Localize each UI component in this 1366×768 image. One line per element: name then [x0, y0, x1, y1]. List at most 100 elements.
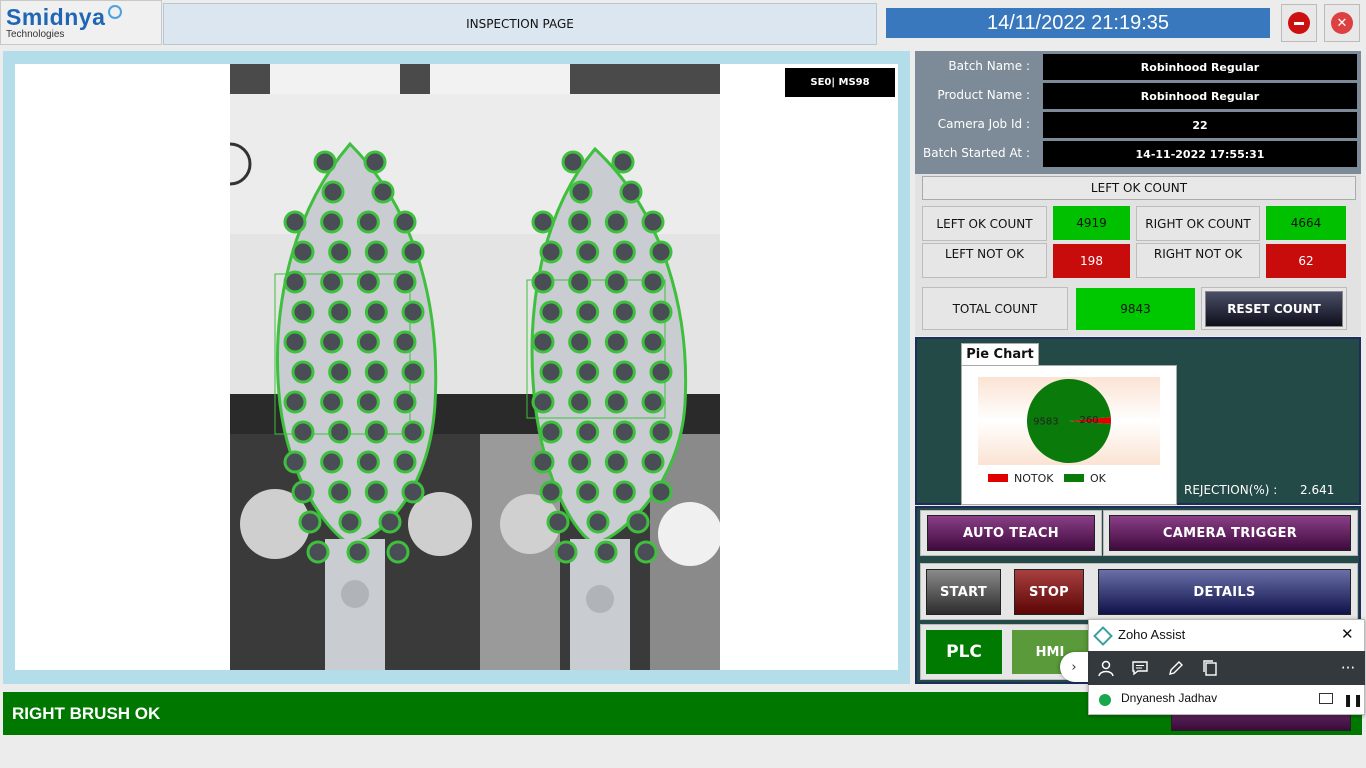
bristle-tuft	[641, 450, 665, 474]
bristle-tuft	[611, 150, 635, 174]
chat-icon[interactable]	[1128, 656, 1152, 680]
minus-circle-icon	[1288, 12, 1310, 34]
bristle-tuft	[626, 510, 650, 534]
details-button[interactable]: DETAILS	[1098, 569, 1351, 615]
left-ok-value: 4919	[1053, 206, 1130, 240]
bristle-tuft	[393, 330, 417, 354]
bristle-tuft	[283, 270, 307, 294]
bristle-tuft	[561, 150, 585, 174]
bristle-tuft	[576, 420, 600, 444]
start-button[interactable]: START	[926, 569, 1001, 615]
bristle-tuft	[401, 360, 425, 384]
logo-subtitle: Technologies	[6, 29, 65, 40]
bristle-tuft	[641, 390, 665, 414]
bristle-tuft	[291, 300, 315, 324]
bristle-tuft	[539, 300, 563, 324]
bristle-tuft	[356, 330, 380, 354]
bristle-tuft	[649, 300, 673, 324]
chevron-right-icon[interactable]: ›	[1060, 652, 1088, 682]
bristle-tuft	[568, 450, 592, 474]
rejection-label: REJECTION(%) :	[1184, 483, 1278, 497]
bristle-tuft	[531, 330, 555, 354]
bristle-tuft	[554, 540, 578, 564]
plc-button[interactable]: PLC	[926, 630, 1002, 674]
logo: Smidnya	[6, 4, 106, 30]
camera-trigger-button[interactable]: CAMERA TRIGGER	[1109, 515, 1351, 551]
zoho-user-name: Dnyanesh Jadhav	[1121, 691, 1218, 705]
datetime-box: 14/11/2022 21:19:35	[886, 8, 1270, 38]
bristle-tuft	[328, 360, 352, 384]
annotate-icon[interactable]	[1164, 656, 1188, 680]
bristle-tuft	[364, 300, 388, 324]
zoho-close-icon[interactable]: ✕	[1341, 625, 1354, 643]
product-name-value: Robinhood Regular	[1043, 83, 1357, 109]
bristle-tuft	[321, 180, 345, 204]
auto-teach-button[interactable]: AUTO TEACH	[927, 515, 1095, 551]
bristle-tuft	[531, 390, 555, 414]
close-circle-icon: ✕	[1331, 12, 1353, 34]
bristle-tuft	[576, 480, 600, 504]
bristle-tuft	[594, 540, 618, 564]
more-icon[interactable]: ···	[1336, 656, 1360, 680]
reset-count-button[interactable]: RESET COUNT	[1205, 291, 1343, 327]
bristle-tuft	[283, 450, 307, 474]
right-ok-label: RIGHT OK COUNT	[1136, 206, 1260, 241]
bristle-tuft	[378, 510, 402, 534]
bristle-tuft	[634, 540, 658, 564]
bristle-tuft	[291, 360, 315, 384]
status-text: RIGHT BRUSH OK	[12, 703, 161, 723]
bristle-tuft	[320, 210, 344, 234]
bristle-tuft	[576, 360, 600, 384]
user-icon[interactable]	[1094, 656, 1118, 680]
bristle-tuft	[531, 450, 555, 474]
bristle-tuft	[393, 390, 417, 414]
bristle-tuft	[604, 270, 628, 294]
left-not-ok-value: 198	[1053, 244, 1130, 278]
bristle-tuft	[649, 480, 673, 504]
bristle-tuft	[371, 180, 395, 204]
bristle-tuft	[641, 270, 665, 294]
bristle-tuft	[641, 330, 665, 354]
bristle-tuft	[283, 210, 307, 234]
camera-label: SE0| MS98	[785, 68, 895, 97]
bristle-tuft	[568, 330, 592, 354]
files-icon[interactable]	[1198, 656, 1222, 680]
bristle-tuft	[576, 300, 600, 324]
bristle-tuft	[356, 270, 380, 294]
pause-icon[interactable]: ❚❚	[1343, 693, 1363, 707]
datetime: 14/11/2022 21:19:35	[986, 11, 1170, 34]
batch-name-label: Batch Name :	[948, 59, 1030, 73]
page-title-box: INSPECTION PAGE	[163, 3, 877, 45]
minimize-button[interactable]	[1281, 4, 1317, 42]
bristle-tuft	[649, 360, 673, 384]
bristle-tuft	[313, 150, 337, 174]
camera-image	[230, 64, 720, 670]
close-button[interactable]: ✕	[1324, 4, 1360, 42]
bristle-tuft	[568, 390, 592, 414]
screen-icon[interactable]	[1319, 693, 1333, 704]
bristle-tuft	[401, 480, 425, 504]
bristle-tuft	[283, 330, 307, 354]
count-header: LEFT OK COUNT	[922, 176, 1356, 200]
stop-button[interactable]: STOP	[1014, 569, 1084, 615]
bristle-tuft	[531, 210, 555, 234]
bristle-tuft	[356, 390, 380, 414]
bristle-tuft	[612, 240, 636, 264]
left-not-ok-label: LEFT NOT OK	[922, 243, 1047, 278]
bristle-tuft	[619, 180, 643, 204]
pie-label-ok: 9583	[1033, 416, 1058, 427]
logo-mark-icon	[108, 5, 122, 19]
legend-label-ok: OK	[1090, 472, 1107, 485]
right-ok-value: 4664	[1266, 206, 1346, 240]
bristle-tuft	[283, 390, 307, 414]
bristle-tuft	[649, 240, 673, 264]
bristle-tuft	[364, 360, 388, 384]
bristle-tuft	[612, 300, 636, 324]
bristle-tuft	[546, 510, 570, 534]
tab-pie-chart[interactable]: Pie Chart	[961, 343, 1039, 365]
batch-name-value: Robinhood Regular	[1043, 54, 1357, 80]
bristle-tuft	[291, 240, 315, 264]
zoho-title: Zoho Assist	[1118, 627, 1186, 642]
bristle-tuft	[576, 240, 600, 264]
online-status-icon	[1099, 694, 1111, 706]
